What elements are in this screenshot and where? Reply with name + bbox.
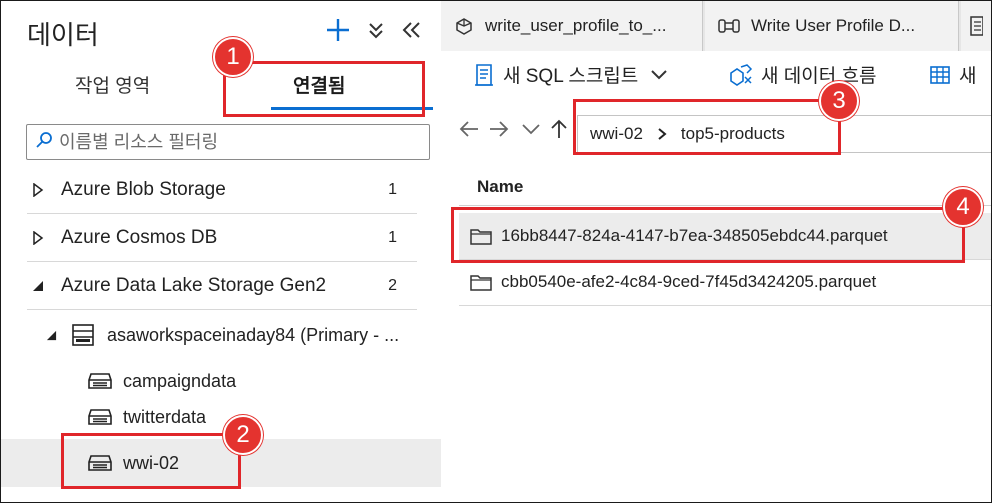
collapse-pane-icon[interactable] xyxy=(397,15,427,45)
new-sql-script-button[interactable]: 새 SQL 스크립트 xyxy=(473,61,668,88)
add-icon[interactable] xyxy=(323,15,353,45)
tab-workspace[interactable]: 작업 영역 xyxy=(75,71,150,98)
highlight-linked-tab xyxy=(223,61,425,117)
tree-item-label: twitterdata xyxy=(123,406,207,427)
tree-item-label: Azure Cosmos DB xyxy=(61,227,218,248)
toolbar: 새 SQL 스크립트 새 데이터 흐름 새 xyxy=(441,53,991,99)
back-arrow-icon[interactable] xyxy=(457,117,481,141)
callout-badge-4: 4 xyxy=(943,187,983,227)
notebook-icon xyxy=(969,15,983,37)
tree-item-blob-storage[interactable]: Azure Blob Storage 1 xyxy=(27,166,417,214)
toolbar-button-label: 새 xyxy=(959,66,977,87)
file-row[interactable]: cbb0540e-afe2-4c84-9ced-7f45d3424205.par… xyxy=(459,259,991,305)
column-header-name[interactable]: Name xyxy=(477,177,523,197)
tree-item-cosmos-db[interactable]: Azure Cosmos DB 1 xyxy=(27,214,417,262)
callout-badge-2: 2 xyxy=(223,415,263,455)
tree-item-storage-account[interactable]: asaworkspaceinaday84 (Primary - ... xyxy=(41,317,399,353)
highlight-parquet-file xyxy=(451,207,965,263)
doc-tab-dataflow[interactable]: Write User Profile D... xyxy=(705,1,959,51)
pipeline-icon xyxy=(453,15,475,37)
tree-item-container[interactable]: twitterdata xyxy=(87,399,206,435)
app-window: 데이터 작업 영역 연결됨 Azure Blob Storage xyxy=(0,0,992,503)
divider xyxy=(459,305,991,306)
item-count: 1 xyxy=(388,181,397,198)
callout-badge-1: 1 xyxy=(213,37,253,77)
storage-account-icon xyxy=(71,323,95,347)
item-count: 2 xyxy=(388,277,397,294)
table-icon xyxy=(929,64,951,86)
callout-badge-3: 3 xyxy=(819,81,859,121)
file-name: cbb0540e-afe2-4c84-9ced-7f45d3424205.par… xyxy=(501,272,877,291)
collapse-icon[interactable] xyxy=(27,280,49,292)
expand-icon[interactable] xyxy=(27,183,49,197)
up-arrow-icon[interactable] xyxy=(547,117,571,141)
search-icon xyxy=(35,131,53,154)
tree-item-label: campaigndata xyxy=(123,370,237,391)
tree-item-container[interactable]: campaigndata xyxy=(87,363,236,399)
document-tabstrip: write_user_profile_to_... Write User Pro… xyxy=(441,1,991,51)
filter-input[interactable] xyxy=(59,131,419,153)
new-table-button[interactable]: 새 xyxy=(929,61,976,88)
doc-tab-label: Write User Profile D... xyxy=(751,16,916,35)
tree-item-data-lake-gen2[interactable]: Azure Data Lake Storage Gen2 2 xyxy=(27,262,417,310)
folder-icon xyxy=(469,272,493,292)
dataflow-icon xyxy=(717,16,741,36)
doc-tab-overflow[interactable] xyxy=(961,1,991,51)
sql-script-icon xyxy=(473,63,495,87)
divider xyxy=(459,205,991,206)
container-icon xyxy=(87,372,113,390)
collapse-all-icon[interactable] xyxy=(361,15,391,45)
tree-item-label: Azure Blob Storage xyxy=(61,179,226,200)
expand-icon[interactable] xyxy=(27,231,49,245)
toolbar-button-label: 새 SQL 스크립트 xyxy=(503,66,639,87)
tree-item-label: Azure Data Lake Storage Gen2 xyxy=(61,275,327,296)
dataflow-icon xyxy=(727,63,753,87)
toolbar-button-label: 새 데이터 흐름 xyxy=(761,66,877,87)
doc-tab-label: write_user_profile_to_... xyxy=(485,16,667,35)
item-count: 1 xyxy=(388,229,397,246)
new-dataflow-button[interactable]: 새 데이터 흐름 xyxy=(727,61,876,88)
container-icon xyxy=(87,408,113,426)
highlight-breadcrumb xyxy=(573,99,841,155)
chevron-down-icon[interactable] xyxy=(650,69,668,81)
doc-tab-pipeline[interactable]: write_user_profile_to_... xyxy=(441,1,703,51)
highlight-wwi-02 xyxy=(61,433,241,489)
tree-item-label: asaworkspaceinaday84 (Primary - ... xyxy=(107,324,400,345)
forward-arrow-icon[interactable] xyxy=(487,117,511,141)
resource-filter[interactable] xyxy=(26,124,430,160)
pane-title: 데이터 xyxy=(27,20,99,50)
chevron-down-icon[interactable] xyxy=(519,117,543,141)
collapse-icon[interactable] xyxy=(41,330,61,341)
divider xyxy=(27,309,417,310)
